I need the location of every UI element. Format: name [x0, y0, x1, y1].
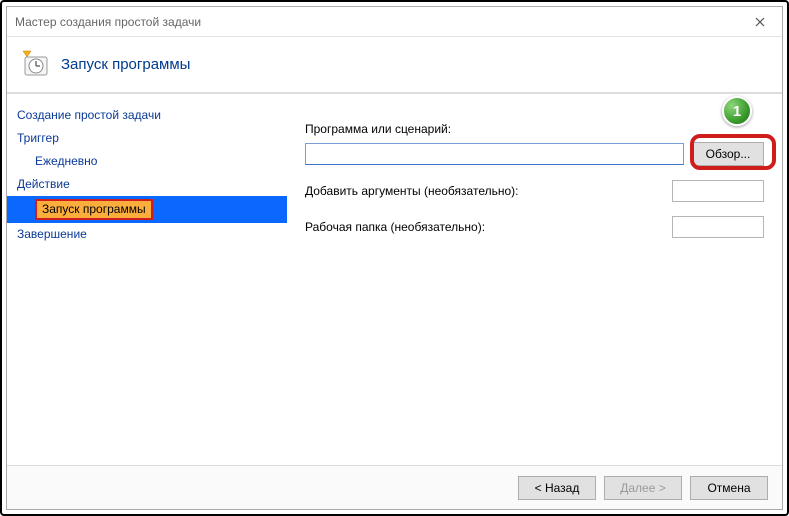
- startin-input[interactable]: [672, 216, 764, 238]
- task-icon: [19, 49, 51, 81]
- titlebar: Мастер создания простой задачи: [7, 7, 782, 37]
- wizard-step-label: Запуск программы: [35, 199, 153, 220]
- back-button[interactable]: < Назад: [518, 476, 596, 500]
- wizard-step-3[interactable]: Действие: [7, 173, 287, 196]
- cancel-button[interactable]: Отмена: [690, 476, 768, 500]
- close-icon: [755, 17, 765, 27]
- wizard-header: Запуск программы: [7, 37, 782, 93]
- wizard-step-1[interactable]: Триггер: [7, 127, 287, 150]
- wizard-content: Программа или сценарий: Обзор... Добавит…: [287, 94, 782, 465]
- arguments-label: Добавить аргументы (необязательно):: [305, 184, 672, 198]
- wizard-footer: < Назад Далее > Отмена: [7, 465, 782, 509]
- startin-label: Рабочая папка (необязательно):: [305, 220, 672, 234]
- arguments-input[interactable]: [672, 180, 764, 202]
- program-label: Программа или сценарий:: [305, 122, 764, 136]
- wizard-steps-sidebar: Создание простой задачиТриггерЕжедневноД…: [7, 94, 287, 465]
- wizard-step-5[interactable]: Завершение: [7, 223, 287, 246]
- wizard-step-0[interactable]: Создание простой задачи: [7, 104, 287, 127]
- program-input[interactable]: [305, 143, 684, 165]
- next-button[interactable]: Далее >: [604, 476, 682, 500]
- window-title: Мастер создания простой задачи: [15, 15, 201, 29]
- wizard-step-2[interactable]: Ежедневно: [7, 150, 287, 173]
- page-title: Запуск программы: [61, 56, 190, 73]
- wizard-step-4[interactable]: Запуск программы: [7, 196, 287, 223]
- close-button[interactable]: [737, 7, 782, 36]
- browse-button[interactable]: Обзор...: [692, 142, 764, 166]
- wizard-window: Мастер создания простой задачи Запуск пр…: [6, 6, 783, 510]
